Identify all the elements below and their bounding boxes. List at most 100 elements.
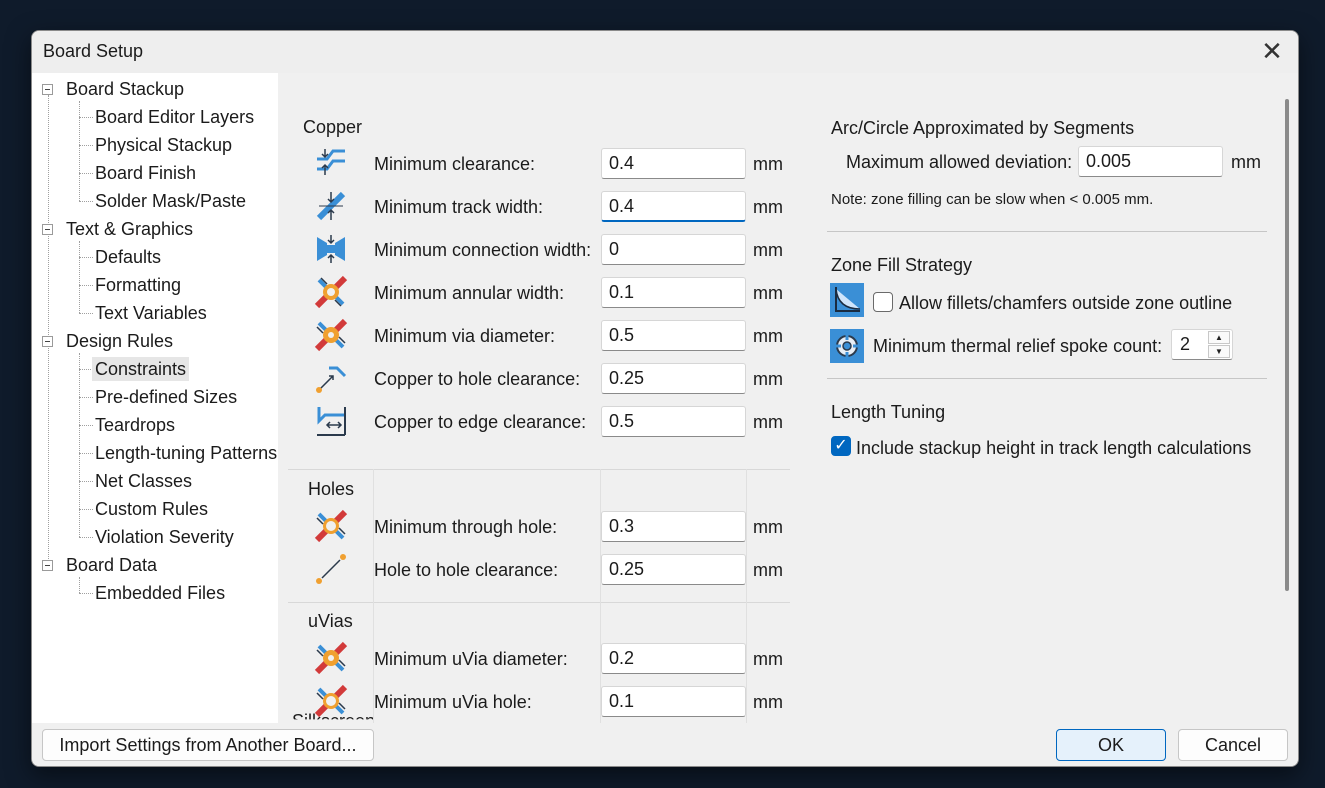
tree-connector: [79, 285, 93, 286]
max-deviation-label: Maximum allowed deviation:: [846, 152, 1073, 172]
zone-fill-note: Note: zone filling can be slow when < 0.…: [831, 191, 1154, 208]
field-label: Minimum clearance:: [374, 154, 536, 174]
tree-connector: [79, 397, 93, 398]
spin-down-icon[interactable]: ▼: [1208, 345, 1230, 358]
uvia-diameter-icon: [314, 641, 348, 675]
holes-section-title: Holes: [308, 479, 355, 499]
close-icon[interactable]: ✕: [1256, 37, 1288, 67]
unit-label: mm: [753, 692, 783, 712]
value-input[interactable]: 0.4: [601, 191, 746, 222]
tree-connector: [79, 201, 93, 202]
tree-collapse-icon[interactable]: [42, 560, 53, 571]
tree-item[interactable]: Text Variables: [95, 301, 207, 325]
tree-connector: [79, 369, 93, 370]
connection-width-icon: [317, 235, 345, 263]
import-settings-button[interactable]: Import Settings from Another Board...: [42, 729, 374, 761]
divider: [827, 231, 1267, 232]
unit-label: mm: [753, 412, 783, 432]
unit-label: mm: [753, 560, 783, 580]
unit-label: mm: [753, 240, 783, 260]
max-deviation-input[interactable]: 0.005: [1078, 146, 1223, 177]
tree-item[interactable]: Custom Rules: [95, 497, 208, 521]
tree-connector: [79, 173, 93, 174]
zone-section-title: Zone Fill Strategy: [831, 255, 973, 275]
tree-collapse-icon[interactable]: [42, 336, 53, 347]
tree-group[interactable]: Text & Graphics: [66, 217, 193, 241]
value-input[interactable]: 0.5: [601, 320, 746, 351]
tree-connector: [79, 425, 93, 426]
tree-connector: [79, 117, 93, 118]
constraints-pane: Copper Minimum clearance: 0.4 mm Minimum tr…: [278, 73, 1289, 739]
spoke-count-spinner[interactable]: 2 ▲ ▼: [1171, 329, 1233, 360]
grid-line: [746, 469, 747, 739]
field-label: Minimum through hole:: [374, 517, 558, 537]
tree-connector: [79, 509, 93, 510]
value-input[interactable]: 0.2: [601, 643, 746, 674]
tree-group[interactable]: Design Rules: [66, 329, 173, 353]
unit-label: mm: [753, 283, 783, 303]
board-setup-dialog: Board Setup ✕ Board Stackup Board Editor …: [31, 30, 1299, 767]
tree-connector: [79, 593, 93, 594]
hole-to-hole-icon: [316, 554, 346, 584]
tree-group[interactable]: Board Stackup: [66, 77, 184, 101]
tree-item[interactable]: Violation Severity: [95, 525, 234, 549]
tree-item[interactable]: Pre-defined Sizes: [95, 385, 237, 409]
tree-connector: [79, 257, 93, 258]
tree-item[interactable]: Physical Stackup: [95, 133, 232, 157]
edge-clearance-icon: [317, 407, 346, 436]
cancel-button[interactable]: Cancel: [1178, 729, 1288, 761]
settings-tree: Board Stackup Board Editor Layers Physical…: [32, 73, 278, 723]
tree-item[interactable]: Solder Mask/Paste: [95, 189, 246, 213]
stackup-checkbox[interactable]: ✓: [831, 436, 851, 456]
length-section-title: Length Tuning: [831, 402, 946, 422]
via-diameter-icon: [314, 318, 348, 352]
tree-connector: [79, 577, 80, 593]
value-input[interactable]: 0.3: [601, 511, 746, 542]
field-label: Hole to hole clearance:: [374, 560, 559, 580]
value-input[interactable]: 0: [601, 234, 746, 265]
tree-collapse-icon[interactable]: [42, 224, 53, 235]
dialog-title: Board Setup: [43, 41, 144, 61]
fillets-checkbox[interactable]: [873, 292, 893, 312]
button-bar: Import Settings from Another Board... OK…: [32, 723, 1298, 766]
copper-section-title: Copper: [303, 117, 363, 137]
field-label: Minimum track width:: [374, 197, 544, 217]
pane-scrollbar[interactable]: [1285, 99, 1289, 591]
tree-item[interactable]: Constraints: [92, 357, 190, 381]
grid-line: [373, 469, 374, 739]
field-label: Minimum annular width:: [374, 283, 565, 303]
fillet-icon: [830, 283, 864, 317]
value-input[interactable]: 0.1: [601, 686, 746, 717]
tree-item[interactable]: Length-tuning Patterns: [95, 441, 277, 465]
tree-connector: [79, 453, 93, 454]
spin-up-icon[interactable]: ▲: [1208, 331, 1230, 344]
tree-connector: [79, 481, 93, 482]
value-input[interactable]: 0.25: [601, 363, 746, 394]
tree-item[interactable]: Embedded Files: [95, 581, 225, 605]
ok-button[interactable]: OK: [1056, 729, 1166, 761]
stackup-label: Include stackup height in track length c…: [856, 438, 1252, 458]
tree-item[interactable]: Defaults: [95, 245, 161, 269]
field-label: Copper to hole clearance:: [374, 369, 581, 389]
value-input[interactable]: 0.4: [601, 148, 746, 179]
field-label: Copper to edge clearance:: [374, 412, 587, 432]
value-input[interactable]: 0.1: [601, 277, 746, 308]
tree-collapse-icon[interactable]: [42, 84, 53, 95]
tree-item[interactable]: Board Editor Layers: [95, 105, 254, 129]
arc-section-title: Arc/Circle Approximated by Segments: [831, 118, 1135, 138]
tree-item[interactable]: Net Classes: [95, 469, 192, 493]
field-label: Minimum uVia diameter:: [374, 649, 568, 669]
tree-item[interactable]: Formatting: [95, 273, 181, 297]
tree-item[interactable]: Board Finish: [95, 161, 196, 185]
value-input[interactable]: 0.25: [601, 554, 746, 585]
unit-label: mm: [753, 154, 783, 174]
tree-connector: [79, 537, 93, 538]
tree-item[interactable]: Teardrops: [95, 413, 175, 437]
spoke-count-label: Minimum thermal relief spoke count:: [873, 336, 1163, 356]
tree-connector: [79, 145, 93, 146]
tree-group[interactable]: Board Data: [66, 553, 157, 577]
tree-connector: [79, 353, 80, 537]
value-input[interactable]: 0.5: [601, 406, 746, 437]
field-label: Minimum via diameter:: [374, 326, 556, 346]
grid-line: [288, 469, 790, 470]
